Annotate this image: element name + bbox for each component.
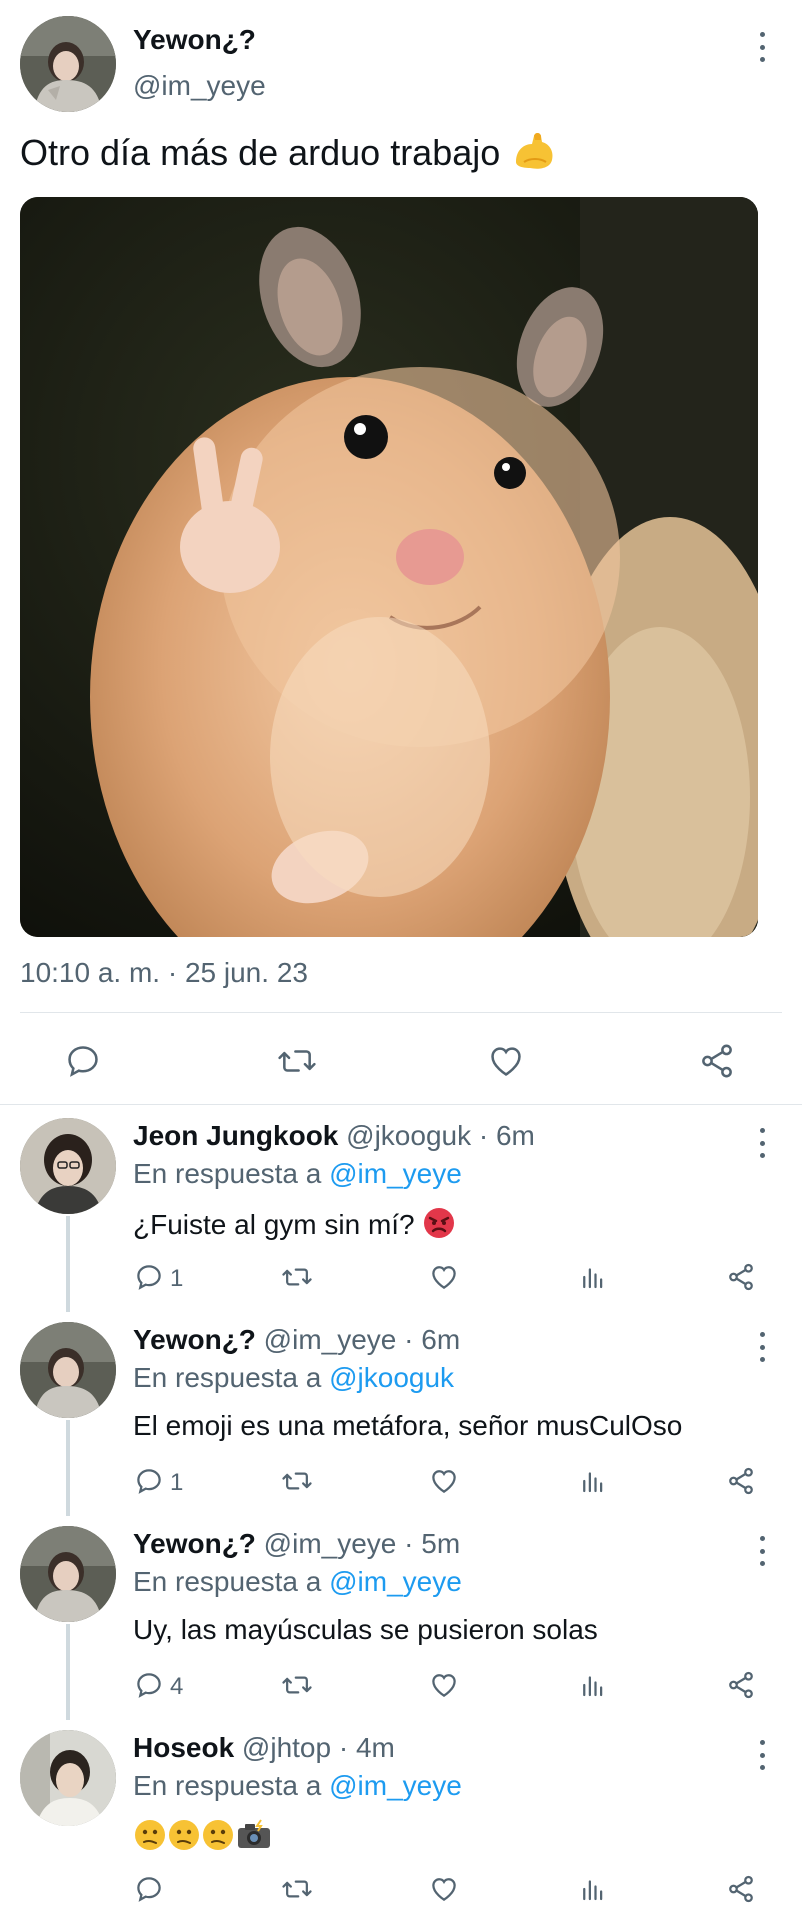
reply-handle-time: @im_yeye · 5m	[255, 1528, 461, 1559]
reply-action-bar: 1	[0, 1460, 802, 1500]
analytics-icon[interactable]	[578, 1670, 608, 1700]
reply-action-bar: 1	[0, 1256, 802, 1296]
replying-to: En respuesta a @jkooguk	[133, 1362, 455, 1393]
retweet-icon[interactable]	[281, 1466, 313, 1496]
reply-header: Hoseok @jhtop · 4m	[133, 1732, 395, 1764]
mention-link[interactable]: @jkooguk	[329, 1362, 454, 1393]
like-icon[interactable]	[429, 1262, 459, 1292]
reply-count: 1	[170, 1265, 184, 1292]
reply-text: Uy, las mayúsculas se pusieron solas	[133, 1614, 598, 1645]
divider	[0, 1104, 802, 1105]
avatar[interactable]	[20, 1118, 116, 1214]
more-options-icon[interactable]	[756, 1740, 768, 1770]
like-icon[interactable]	[429, 1670, 459, 1700]
reply-header: Jeon Jungkook @jkooguk · 6m	[133, 1120, 535, 1152]
reply-author-name[interactable]: Hoseok	[133, 1732, 234, 1763]
confused-face-emoji	[201, 1818, 235, 1859]
reply-icon[interactable]	[134, 1874, 164, 1904]
reply-count: 4	[170, 1673, 184, 1700]
share-icon[interactable]	[726, 1466, 756, 1496]
reply-tweet[interactable]: Jeon Jungkook @jkooguk · 6m En respuesta…	[0, 1108, 802, 1312]
reply-count: 1	[170, 1469, 184, 1496]
more-options-icon[interactable]	[756, 1536, 768, 1566]
camera-flash-emoji	[235, 1818, 273, 1859]
analytics-icon[interactable]	[578, 1874, 608, 1904]
confused-face-emoji	[133, 1818, 167, 1859]
reply-header: Yewon¿? @im_yeye · 6m	[133, 1324, 460, 1356]
author-name[interactable]: Yewon¿?	[133, 24, 256, 56]
confused-face-emoji	[167, 1818, 201, 1859]
reply-icon[interactable]	[134, 1670, 164, 1700]
author-avatar[interactable]	[20, 16, 116, 112]
retweet-icon[interactable]	[276, 1042, 318, 1080]
analytics-icon[interactable]	[578, 1262, 608, 1292]
share-icon[interactable]	[698, 1042, 736, 1080]
more-options-icon[interactable]	[756, 1332, 768, 1362]
tweet-action-bar	[0, 1030, 802, 1090]
reply-author-name[interactable]: Yewon¿?	[133, 1528, 256, 1559]
reply-tweet[interactable]: Yewon¿? @im_yeye · 6m En respuesta a @jk…	[0, 1312, 802, 1516]
reply-icon[interactable]	[134, 1466, 164, 1496]
tweet-text: Otro día más de arduo trabajo	[20, 128, 556, 183]
reply-action-bar: 4	[0, 1664, 802, 1704]
tweet-media-image[interactable]	[20, 197, 758, 937]
replying-to: En respuesta a @im_yeye	[133, 1566, 462, 1597]
like-icon[interactable]	[429, 1874, 459, 1904]
share-icon[interactable]	[726, 1670, 756, 1700]
divider	[20, 1012, 782, 1013]
tweet-timestamp[interactable]: 10:10 a. m. · 25 jun. 23	[20, 957, 308, 989]
retweet-icon[interactable]	[281, 1262, 313, 1292]
avatar[interactable]	[20, 1526, 116, 1622]
reply-author-name[interactable]: Yewon¿?	[133, 1324, 256, 1355]
reply-text: ¿Fuiste al gym sin mí?	[133, 1206, 456, 1247]
reply-text: El emoji es una metáfora, señor musCulOs…	[133, 1410, 683, 1441]
more-options-icon[interactable]	[756, 1128, 768, 1158]
like-icon[interactable]	[487, 1042, 525, 1080]
reply-author-name[interactable]: Jeon Jungkook	[133, 1120, 338, 1151]
reply-tweet[interactable]: Hoseok @jhtop · 4m En respuesta a @im_ye…	[0, 1720, 802, 1924]
reply-icon[interactable]	[134, 1262, 164, 1292]
replying-to: En respuesta a @im_yeye	[133, 1770, 462, 1801]
avatar[interactable]	[20, 1730, 116, 1826]
mention-link[interactable]: @im_yeye	[329, 1566, 462, 1597]
retweet-icon[interactable]	[281, 1874, 313, 1904]
reply-handle-time: @jkooguk · 6m	[338, 1120, 535, 1151]
reply-action-bar	[0, 1868, 802, 1908]
reply-handle-time: @im_yeye · 6m	[255, 1324, 461, 1355]
angry-face-emoji	[422, 1206, 456, 1247]
avatar[interactable]	[20, 1322, 116, 1418]
share-icon[interactable]	[726, 1262, 756, 1292]
reply-tweet[interactable]: Yewon¿? @im_yeye · 5m En respuesta a @im…	[0, 1516, 802, 1720]
mention-link[interactable]: @im_yeye	[329, 1158, 462, 1189]
like-icon[interactable]	[429, 1466, 459, 1496]
share-icon[interactable]	[726, 1874, 756, 1904]
flexed-biceps-emoji	[510, 128, 556, 183]
more-options-icon[interactable]	[756, 32, 768, 62]
reply-header: Yewon¿? @im_yeye · 5m	[133, 1528, 460, 1560]
main-tweet: Yewon¿? @im_yeye Otro día más de arduo t…	[0, 0, 802, 1104]
replying-to: En respuesta a @im_yeye	[133, 1158, 462, 1189]
reply-text	[133, 1818, 273, 1859]
author-handle[interactable]: @im_yeye	[133, 70, 266, 102]
reply-handle-time: @jhtop · 4m	[234, 1732, 395, 1763]
mention-link[interactable]: @im_yeye	[329, 1770, 462, 1801]
retweet-icon[interactable]	[281, 1670, 313, 1700]
analytics-icon[interactable]	[578, 1466, 608, 1496]
reply-icon[interactable]	[64, 1042, 102, 1080]
